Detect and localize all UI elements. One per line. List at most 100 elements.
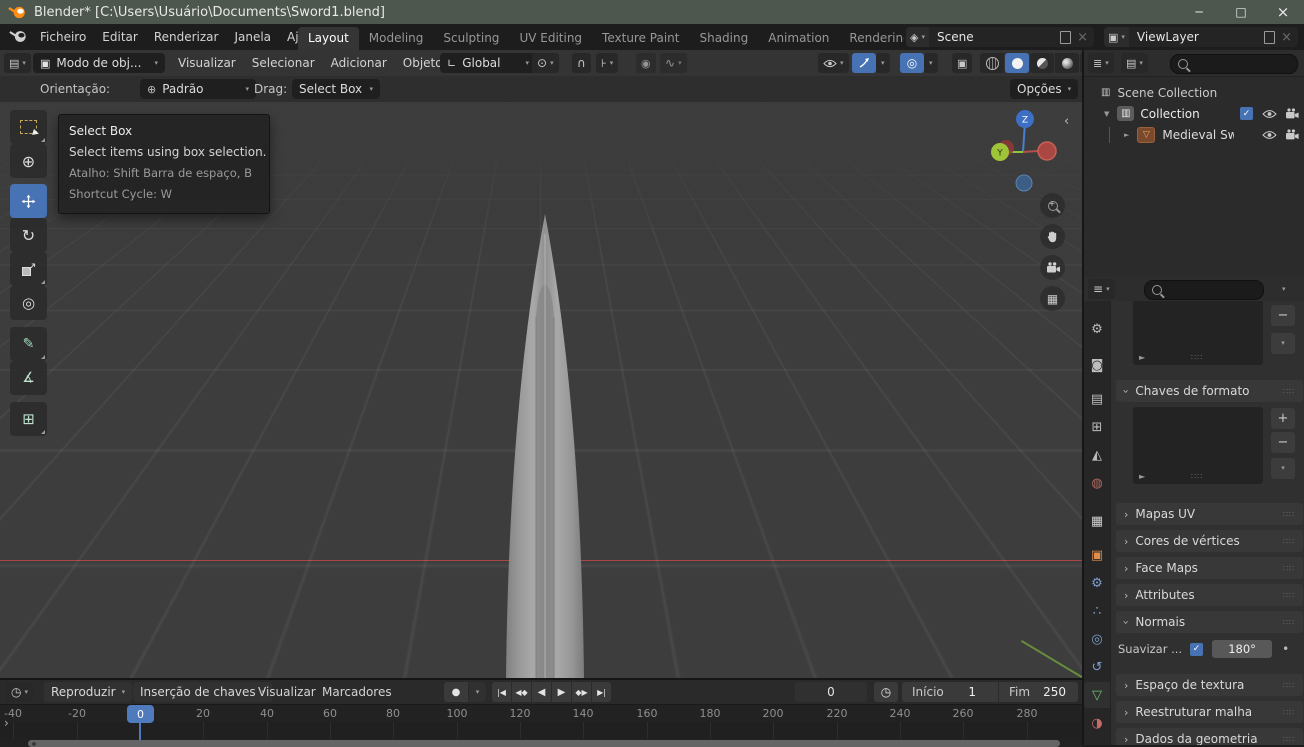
menu-markers[interactable]: Marcadores: [314, 682, 400, 702]
panel-vertex-colors[interactable]: › Cores de vértices ∷∷: [1116, 530, 1303, 552]
proportional-falloff-button[interactable]: ∿ ▾: [660, 53, 687, 73]
panel-remesh[interactable]: › Reestruturar malha ∷∷: [1116, 701, 1303, 723]
zoom-button[interactable]: +: [1040, 193, 1065, 218]
viewport-canvas[interactable]: ▶ ⊕ ↻ ↗ ◎ ✎ ∡ ⊞ Select Box Select items …: [0, 102, 1082, 678]
horizontal-scrollbar[interactable]: [28, 740, 1060, 747]
sword-object[interactable]: [460, 102, 660, 678]
tab-material[interactable]: ◑: [1084, 710, 1110, 736]
frame-start-field[interactable]: Início 1: [902, 685, 998, 699]
tab-view-layer[interactable]: ⊞: [1084, 414, 1110, 440]
tab-sculpting[interactable]: Sculpting: [433, 27, 509, 50]
tool-cursor[interactable]: ⊕: [10, 144, 47, 178]
editor-type-button[interactable]: ▤ ▾: [4, 53, 31, 73]
expand-icon[interactable]: ▼: [1104, 110, 1109, 118]
tool-scale[interactable]: ↗: [10, 252, 47, 286]
region-toggle-icon[interactable]: ›: [4, 716, 9, 730]
gizmos-dropdown[interactable]: ▾: [876, 53, 890, 73]
properties-editor-button[interactable]: ≡ ▾: [1088, 279, 1115, 299]
tab-shading[interactable]: Shading: [689, 27, 758, 50]
tab-render[interactable]: ◙: [1084, 352, 1110, 378]
shading-material-button[interactable]: [1030, 53, 1054, 73]
options-dropdown[interactable]: Opções ▾: [1010, 79, 1078, 99]
camera-view-button[interactable]: [1040, 255, 1065, 280]
panel-grip[interactable]: ∷∷: [1283, 708, 1295, 717]
eye-icon[interactable]: [1262, 109, 1277, 119]
panel-attributes[interactable]: › Attributes ∷∷: [1116, 584, 1303, 606]
animate-dot-icon[interactable]: •: [1282, 642, 1289, 656]
outliner-row-medieval-sword[interactable]: ► ▽ Medieval Swor: [1084, 124, 1304, 145]
sidebar-collapse-icon[interactable]: ‹: [1064, 114, 1069, 129]
tab-modeling[interactable]: Modeling: [359, 27, 434, 50]
outliner-display-mode-button[interactable]: ▤ ▾: [1121, 53, 1148, 73]
tab-layout[interactable]: Layout: [298, 27, 359, 50]
tab-world[interactable]: ◍: [1084, 470, 1110, 496]
tool-add-cube[interactable]: ⊞: [10, 402, 47, 436]
tab-texture-paint[interactable]: Texture Paint: [592, 27, 689, 50]
menu-view[interactable]: Visualizar: [250, 682, 324, 702]
proportional-edit-toggle[interactable]: ◉: [636, 53, 656, 73]
tab-object-data[interactable]: ▽: [1084, 682, 1110, 708]
current-frame-field[interactable]: 0: [795, 682, 867, 702]
panel-geometry-data[interactable]: › Dados da geometria ∷∷: [1116, 728, 1303, 745]
snap-with-button[interactable]: ⊦ ▾: [596, 53, 619, 73]
list-filter-expand-icon[interactable]: ►: [1139, 353, 1145, 362]
viewlayer-selector[interactable]: ▣ ▾ ViewLayer ×: [1104, 27, 1298, 47]
snap-toggle[interactable]: ∩: [572, 53, 591, 73]
orthographic-toggle-button[interactable]: ▦: [1040, 286, 1065, 311]
menu-renderizar[interactable]: Renderizar: [146, 27, 227, 47]
play-reverse-button[interactable]: ◀: [532, 682, 551, 702]
tool-annotate[interactable]: ✎: [10, 327, 47, 361]
eye-icon[interactable]: [1262, 130, 1277, 140]
tool-select-box[interactable]: ▶: [10, 110, 47, 144]
auto-smooth-angle-field[interactable]: 180°: [1212, 640, 1273, 658]
tab-object[interactable]: ▣: [1084, 542, 1110, 568]
panel-face-maps[interactable]: › Face Maps ∷∷: [1116, 557, 1303, 579]
tab-tool[interactable]: ⚙: [1084, 316, 1110, 342]
maximize-button[interactable]: □: [1220, 0, 1262, 24]
tab-particles[interactable]: ∴: [1084, 598, 1110, 624]
panel-grip[interactable]: ∷∷: [1283, 591, 1295, 600]
menu-janela[interactable]: Janela: [226, 27, 279, 47]
panel-texture-space[interactable]: › Espaço de textura ∷∷: [1116, 674, 1303, 696]
tool-transform[interactable]: ◎: [10, 286, 47, 320]
overlays-toggle[interactable]: ◎: [900, 53, 924, 73]
timeline-channel-strip[interactable]: [0, 722, 1082, 739]
close-button[interactable]: ×: [1262, 0, 1304, 24]
playhead-badge[interactable]: 0: [127, 705, 154, 723]
outliner-search[interactable]: [1170, 54, 1298, 74]
scene-selector[interactable]: ◈ ▾ Scene ×: [906, 27, 1094, 47]
jump-to-start-button[interactable]: |◀: [492, 682, 511, 702]
resize-grip[interactable]: ∷∷: [1191, 353, 1203, 362]
previous-keyframe-button[interactable]: ◀◆: [512, 682, 531, 702]
shading-wireframe-button[interactable]: [980, 53, 1004, 73]
menu-visualizar[interactable]: Visualizar: [170, 53, 244, 73]
panel-grip[interactable]: ∷∷: [1283, 564, 1295, 573]
minimize-button[interactable]: ─: [1178, 0, 1220, 24]
auto-keying-record-button[interactable]: ●: [444, 682, 468, 702]
shading-solid-button[interactable]: [1005, 53, 1029, 73]
use-preview-range-button[interactable]: ◷: [874, 682, 898, 702]
mode-dropdown[interactable]: ▣ Modo de obj... ▾: [33, 53, 165, 73]
auto-smooth-checkbox[interactable]: ✓: [1190, 642, 1204, 656]
drag-select[interactable]: Select Box ▾: [292, 79, 380, 99]
tab-animation[interactable]: Animation: [758, 27, 839, 50]
properties-search[interactable]: [1144, 280, 1264, 300]
pivot-point-button[interactable]: ⊙ ▾: [532, 53, 559, 73]
tab-physics[interactable]: ◎: [1084, 626, 1110, 652]
list-filter-expand-icon[interactable]: ►: [1139, 472, 1145, 481]
xray-toggle[interactable]: ▣: [952, 53, 973, 73]
outliner-editor-button[interactable]: ≣ ▾: [1088, 53, 1114, 73]
menu-selecionar[interactable]: Selecionar: [244, 53, 323, 73]
panel-grip[interactable]: ∷∷: [1283, 510, 1295, 519]
outliner-row-collection[interactable]: ▼ ▥ Collection ✓: [1084, 103, 1304, 124]
orientation-select[interactable]: ⊕ Padrão ▾: [140, 79, 256, 99]
properties-filter-dropdown[interactable]: ▾: [1282, 286, 1286, 293]
overlays-dropdown[interactable]: ▾: [924, 53, 938, 73]
next-keyframe-button[interactable]: ◆▶: [572, 682, 591, 702]
copy-icon[interactable]: [1060, 30, 1072, 44]
shading-rendered-button[interactable]: [1055, 53, 1079, 73]
list-specials-button[interactable]: ▾: [1271, 333, 1295, 354]
camera-visibility-icon[interactable]: [1285, 129, 1299, 140]
tool-measure[interactable]: ∡: [10, 361, 47, 395]
frame-end-field[interactable]: Fim 250: [999, 685, 1078, 699]
